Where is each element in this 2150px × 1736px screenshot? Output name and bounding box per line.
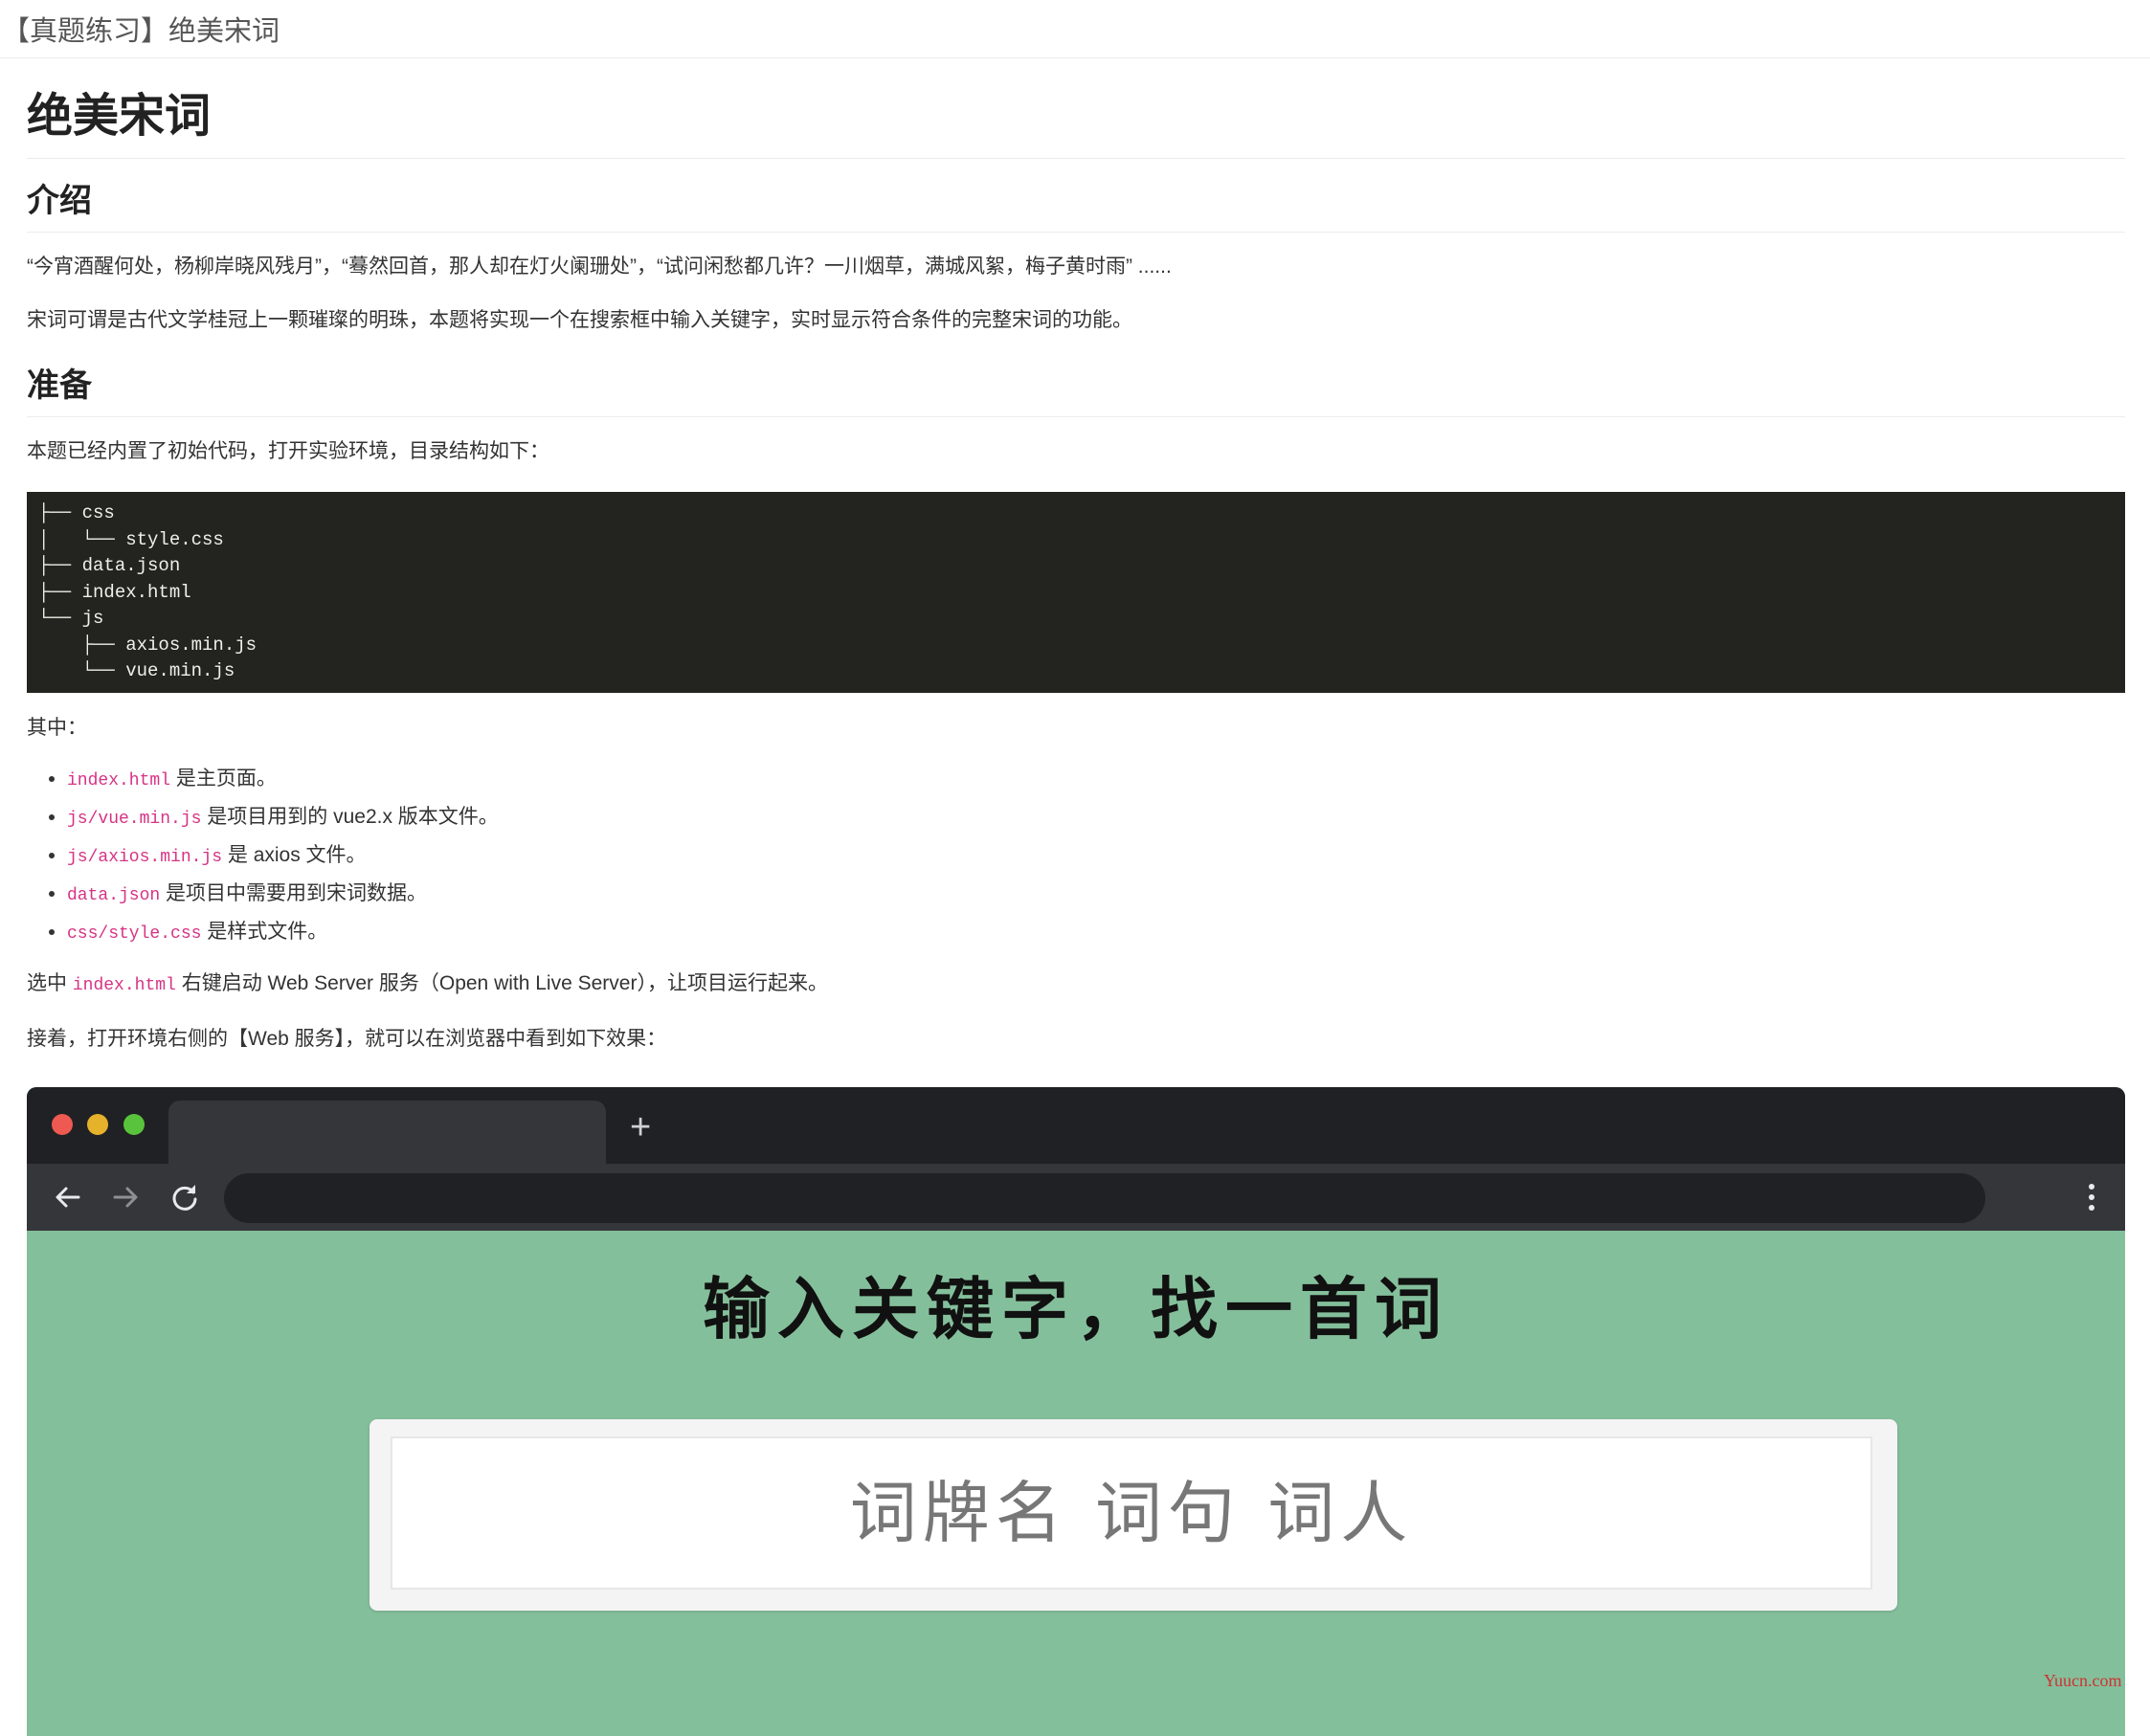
inline-code: js/vue.min.js bbox=[67, 810, 202, 829]
section-heading-prep: 准备 bbox=[27, 365, 2125, 417]
tree-line: │ └── style.css bbox=[38, 528, 224, 550]
section-heading-intro: 介绍 bbox=[27, 180, 2125, 233]
close-window-dot bbox=[52, 1114, 73, 1135]
search-input bbox=[391, 1436, 1872, 1590]
prep-paragraph-1: 本题已经内置了初始代码，打开实验环境，目录结构如下： bbox=[27, 440, 549, 462]
forward-arrow-icon bbox=[113, 1187, 138, 1208]
browser-toolbar bbox=[27, 1164, 2125, 1231]
inline-code: js/axios.min.js bbox=[67, 848, 223, 867]
tree-line: ├── css bbox=[38, 502, 115, 523]
browser-tab bbox=[168, 1101, 606, 1164]
list-item-text: 是主页面。 bbox=[170, 768, 277, 790]
tree-line: ├── axios.min.js bbox=[38, 634, 258, 656]
minimize-window-dot bbox=[87, 1114, 108, 1135]
inline-code: data.json bbox=[67, 886, 161, 905]
serve-suffix: 右键启动 Web Server 服务（Open with Live Server… bbox=[175, 972, 828, 994]
serve-instruction: 选中 index.html 右键启动 Web Server 服务（Open wi… bbox=[27, 969, 2125, 1000]
watermark: Yuucn.com bbox=[2044, 1671, 2122, 1690]
then-instruction: 接着，打开环境右侧的【Web 服务】，就可以在浏览器中看到如下效果： bbox=[27, 1028, 667, 1050]
page-header-title: 【真题练习】绝美宋词 bbox=[2, 16, 280, 47]
tree-line: ├── index.html bbox=[38, 581, 191, 603]
browser-titlebar: + bbox=[27, 1087, 2125, 1164]
list-item: css/style.css 是样式文件。 bbox=[67, 914, 2125, 952]
search-container bbox=[370, 1419, 1897, 1611]
tree-line: └── vue.min.js bbox=[38, 660, 235, 681]
list-item: data.json 是项目中需要用到宋词数据。 bbox=[67, 876, 2125, 914]
serve-prefix: 选中 bbox=[27, 972, 73, 994]
among-label: 其中： bbox=[27, 717, 87, 739]
list-item: js/axios.min.js 是 axios 文件。 bbox=[67, 837, 2125, 876]
intro-paragraph-2: 宋词可谓是古代文学桂冠上一颗璀璨的明珠，本题将实现一个在搜索框中输入关键字，实时… bbox=[27, 309, 1132, 331]
tree-line: └── js bbox=[38, 608, 104, 629]
page-header: 【真题练习】绝美宋词 bbox=[0, 0, 2150, 58]
inline-code: index.html bbox=[72, 976, 176, 995]
list-item-text: 是 axios 文件。 bbox=[222, 844, 367, 866]
browser-screenshot: + 输入关键字，找一首词 bbox=[27, 1087, 2125, 1736]
list-item: index.html 是主页面。 bbox=[67, 761, 2125, 799]
inline-code: index.html bbox=[67, 771, 171, 790]
list-item-text: 是样式文件。 bbox=[201, 921, 328, 943]
file-list: index.html 是主页面。 js/vue.min.js 是项目用到的 vu… bbox=[27, 761, 2125, 952]
list-item-text: 是项目用到的 vue2.x 版本文件。 bbox=[201, 806, 499, 828]
reload-icon bbox=[172, 1185, 197, 1211]
article: 绝美宋词 介绍 “今宵酒醒何处，杨柳岸晓风残月”，“蓦然回首，那人却在灯火阑珊处… bbox=[27, 58, 2125, 1736]
menu-dots-icon bbox=[2089, 1184, 2094, 1211]
article-title: 绝美宋词 bbox=[27, 58, 2125, 159]
list-item: js/vue.min.js 是项目用到的 vue2.x 版本文件。 bbox=[67, 799, 2125, 837]
list-item-text: 是项目中需要用到宋词数据。 bbox=[160, 882, 428, 904]
plus-icon: + bbox=[630, 1107, 652, 1147]
tree-line: ├── data.json bbox=[38, 555, 181, 576]
intro-paragraph-1: “今宵酒醒何处，杨柳岸晓风残月”，“蓦然回首，那人却在灯火阑珊处”，“试问闲愁都… bbox=[27, 256, 1172, 278]
inline-code: css/style.css bbox=[67, 924, 202, 944]
directory-tree-code: ├── css │ └── style.css ├── data.json ├─… bbox=[27, 492, 2125, 693]
back-arrow-icon bbox=[56, 1187, 80, 1208]
address-bar bbox=[224, 1173, 1985, 1223]
maximize-window-dot bbox=[123, 1114, 145, 1135]
app-title: 输入关键字，找一首词 bbox=[703, 1269, 1449, 1348]
